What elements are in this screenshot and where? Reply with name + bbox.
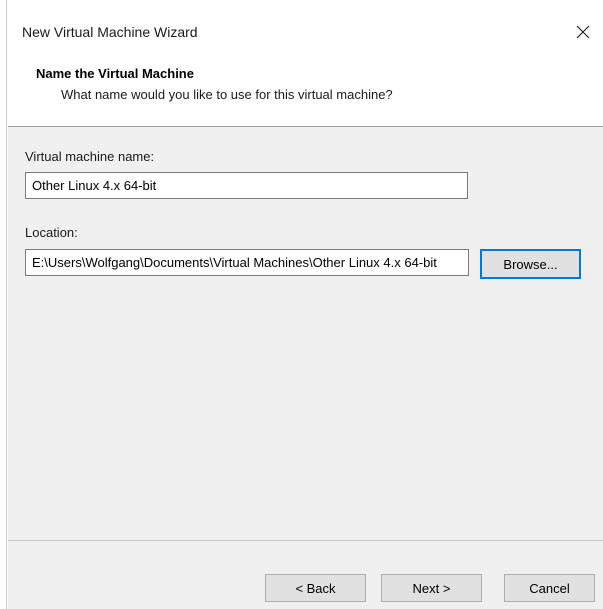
browse-button[interactable]: Browse... [480, 249, 581, 279]
close-button[interactable] [569, 18, 597, 46]
window-title: New Virtual Machine Wizard [22, 24, 198, 40]
wizard-window: New Virtual Machine Wizard Name the Virt… [0, 0, 603, 609]
back-button[interactable]: < Back [265, 574, 366, 602]
page-title: Name the Virtual Machine [36, 66, 194, 81]
wizard-header: Name the Virtual Machine What name would… [8, 56, 603, 127]
page-subtitle: What name would you like to use for this… [61, 87, 393, 102]
title-bar: New Virtual Machine Wizard [8, 0, 603, 56]
vm-name-label: Virtual machine name: [25, 149, 155, 164]
window-left-edge [0, 0, 8, 609]
location-label: Location: [25, 225, 78, 240]
close-icon [576, 25, 590, 39]
vm-name-input[interactable] [25, 172, 468, 199]
next-button[interactable]: Next > [381, 574, 482, 602]
wizard-content: Virtual machine name: Location: Browse..… [8, 127, 603, 540]
location-input[interactable] [25, 249, 469, 276]
wizard-footer: < Back Next > Cancel [8, 541, 603, 609]
cancel-button[interactable]: Cancel [504, 574, 595, 602]
